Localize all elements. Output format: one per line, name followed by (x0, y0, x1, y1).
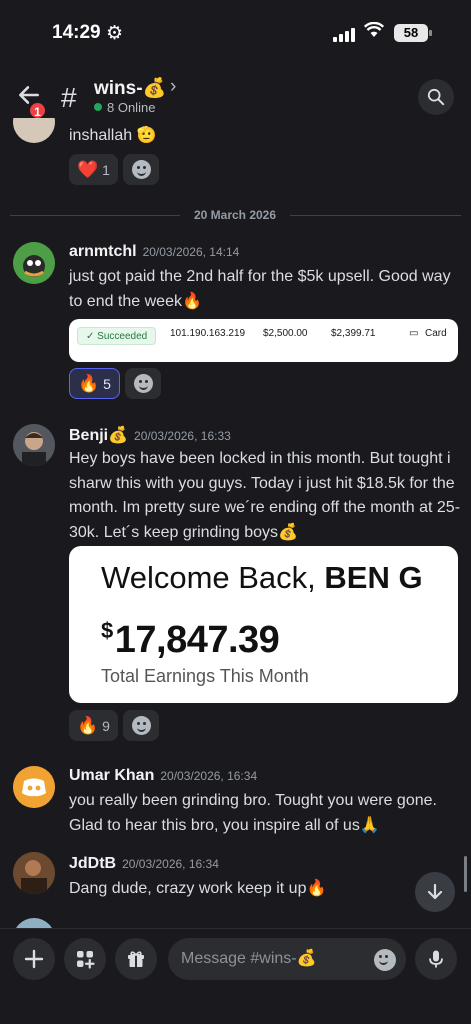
reaction-heart[interactable]: ❤️ 1 (69, 154, 118, 185)
attachment-image[interactable]: ✓ Succeeded 101.190.163.219 $2,500.00 $2… (69, 319, 458, 362)
add-reaction-button[interactable] (122, 710, 159, 741)
attachment-image[interactable]: Welcome Back, BEN G $17,847.39 Total Ear… (69, 546, 458, 703)
welcome-label: Welcome Back, (101, 560, 325, 595)
message-author[interactable]: arnmtchl 20/03/2026, 14:14 (69, 243, 239, 261)
online-count: 8 Online (94, 100, 155, 115)
date-divider-label: 20 March 2026 (180, 208, 290, 222)
microphone-icon (429, 950, 443, 968)
channel-header: 1 # wins-💰 › 8 Online (0, 66, 471, 126)
reaction-row: 🔥 9 (69, 710, 159, 742)
composer-bar (0, 928, 471, 1024)
status-bar: 14:29 ⚙ 58 (0, 0, 471, 66)
reaction-count: 9 (102, 717, 110, 734)
channel-name[interactable]: wins-💰 (94, 76, 166, 100)
message-timestamp: 20/03/2026, 14:14 (142, 245, 240, 259)
add-reaction-button[interactable] (124, 368, 161, 399)
reaction-fire[interactable]: 🔥 9 (69, 710, 118, 741)
jump-to-present-button[interactable] (415, 872, 455, 912)
plus-icon (24, 949, 44, 969)
author-name[interactable]: Umar Khan (69, 767, 154, 784)
hash-icon: # (61, 82, 77, 113)
reaction-row: ❤️ 1 (69, 154, 159, 186)
add-attachment-button[interactable] (13, 938, 55, 980)
reaction-emoji: 🔥 (77, 715, 99, 735)
avatar[interactable] (13, 118, 55, 143)
status-time: 14:29 (52, 22, 101, 43)
welcome-name: BEN G (324, 560, 423, 595)
reaction-fire[interactable]: 🔥 5 (69, 368, 120, 399)
reaction-row: 🔥 5 (69, 368, 161, 400)
message-text: you really been grinding bro. Tought you… (69, 792, 437, 834)
message-list[interactable]: inshallah 🫡 ❤️ 1 20 March 2026 arnmtchl 20… (0, 118, 471, 928)
strip-net: $2,399.71 (331, 328, 376, 339)
message-timestamp: 20/03/2026, 16:34 (160, 769, 258, 783)
status-pill: ✓ Succeeded (77, 327, 157, 345)
strip-method: Card (425, 328, 447, 339)
cellular-signal-icon (333, 28, 357, 42)
gift-icon (128, 951, 144, 967)
author-name[interactable]: JdDtB (69, 855, 116, 872)
card-icon: ▭ (409, 328, 419, 339)
amount-value: 17,847.39 (114, 619, 280, 661)
emoji-picker-button[interactable] (374, 949, 396, 971)
battery-nub (429, 30, 432, 36)
message-input[interactable] (168, 938, 406, 980)
battery-indicator: 58 (394, 24, 428, 42)
author-name[interactable]: arnmtchl (69, 243, 137, 260)
discord-logo-icon (13, 766, 55, 808)
message-author[interactable]: JdDtB 20/03/2026, 16:34 (69, 855, 219, 873)
avatar[interactable] (13, 242, 55, 284)
wifi-icon (363, 21, 385, 43)
message-text: just got paid the 2nd half for the $5k u… (69, 268, 451, 310)
avatar[interactable] (13, 852, 55, 894)
apps-icon (77, 951, 95, 969)
message-timestamp: 20/03/2026, 16:34 (122, 857, 219, 871)
message-text: Dang dude, crazy work keep it up🔥 (69, 880, 327, 897)
strip-amount: $2,500.00 (263, 328, 308, 339)
reaction-emoji: 🔥 (78, 373, 100, 393)
smile-icon (131, 716, 151, 735)
reaction-count: 5 (103, 375, 111, 392)
scrollbar-thumb[interactable] (464, 856, 467, 892)
currency-symbol: $ (101, 618, 113, 643)
voice-message-button[interactable] (415, 938, 457, 980)
avatar[interactable] (13, 424, 55, 466)
add-reaction-button[interactable] (122, 154, 159, 185)
welcome-text: Welcome Back, BEN G (101, 560, 423, 596)
smile-icon (133, 374, 153, 393)
message-timestamp: 20/03/2026, 16:33 (134, 429, 231, 443)
online-dot (94, 103, 102, 111)
gift-button[interactable] (115, 938, 157, 980)
avatar[interactable] (13, 918, 55, 928)
search-button[interactable] (418, 79, 454, 115)
settings-status-icon: ⚙ (106, 23, 124, 44)
message-text: Hey boys have been locked in this month.… (69, 450, 461, 541)
smile-icon (374, 949, 396, 971)
author-name[interactable]: Benji💰 (69, 427, 128, 444)
message-text: inshallah 🫡 (69, 127, 157, 144)
chevron-right-icon[interactable]: › (170, 76, 176, 98)
online-label: 8 Online (107, 100, 156, 115)
search-icon (427, 88, 445, 106)
arrow-down-icon (427, 883, 443, 900)
message-author[interactable]: Umar Khan 20/03/2026, 16:34 (69, 767, 257, 785)
reaction-emoji: ❤️ (77, 159, 99, 179)
smile-icon (131, 160, 151, 179)
avatar[interactable] (13, 766, 55, 808)
earnings-label: Total Earnings This Month (101, 666, 309, 686)
apps-button[interactable] (64, 938, 106, 980)
reaction-count: 1 (102, 161, 110, 178)
strip-id: 101.190.163.219 (170, 328, 246, 339)
earnings-amount: $17,847.39 (101, 618, 280, 662)
message-author[interactable]: Benji💰 20/03/2026, 16:33 (69, 425, 231, 445)
